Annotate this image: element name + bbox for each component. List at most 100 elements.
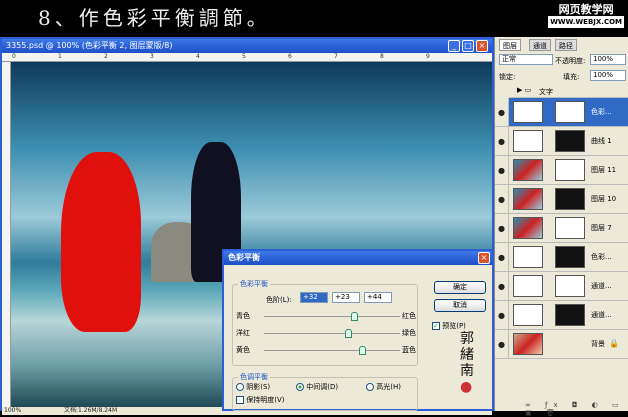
color-slider-track[interactable] bbox=[264, 316, 400, 317]
fill-input[interactable]: 100% bbox=[590, 70, 626, 81]
slider-thumb[interactable] bbox=[350, 312, 358, 321]
slider-left-label: 黄色 bbox=[236, 346, 250, 354]
preserve-luminosity-checkbox[interactable]: 保持明度(V) bbox=[236, 395, 285, 405]
layer-row[interactable]: 色彩... bbox=[509, 98, 628, 127]
levels-label: 色阶(L): bbox=[266, 296, 292, 304]
layer-row[interactable]: 图层 10 bbox=[509, 185, 628, 214]
dialog-titlebar: 色彩平衡 bbox=[224, 251, 492, 265]
layer-name: 曲线 1 bbox=[591, 137, 612, 145]
visibility-eye-icon[interactable]: ● bbox=[495, 243, 509, 272]
layer-name: 色彩... bbox=[591, 253, 612, 261]
ruler-tick: 1 bbox=[58, 53, 62, 60]
layer-name: 图层 11 bbox=[591, 166, 617, 174]
layer-thumbnail bbox=[513, 304, 543, 326]
layer-row[interactable]: 图层 7 bbox=[509, 214, 628, 243]
layer-thumbnail bbox=[513, 275, 543, 297]
layer-toolbar-icons[interactable]: ∞ ƒx ◘ ◐ ▭ ▣ 🗑 bbox=[525, 401, 628, 417]
level-input-1[interactable]: +32 bbox=[300, 292, 328, 303]
cancel-button[interactable]: 取消 bbox=[434, 299, 486, 312]
group-name: 文字 bbox=[539, 88, 553, 96]
layer-row[interactable]: 通道... bbox=[509, 301, 628, 330]
visibility-eye-icon[interactable]: ● bbox=[495, 214, 509, 243]
ruler-tick: 7 bbox=[334, 53, 338, 60]
group-label: 色调平衡 bbox=[238, 372, 270, 382]
slider-thumb[interactable] bbox=[344, 329, 352, 338]
layer-thumbnail bbox=[513, 217, 543, 239]
layer-mask-thumbnail[interactable] bbox=[555, 159, 585, 181]
layer-row[interactable]: 图层 11 bbox=[509, 156, 628, 185]
red-dress-figure bbox=[61, 152, 141, 332]
ruler-tick: 3 bbox=[150, 53, 154, 60]
slider-thumb[interactable] bbox=[358, 346, 366, 355]
radio-highlights[interactable]: 高光(H) bbox=[366, 382, 401, 392]
layer-thumbnail bbox=[513, 101, 543, 123]
layer-name: 通道... bbox=[591, 282, 612, 290]
dialog-close-button[interactable]: × bbox=[478, 252, 490, 264]
opacity-label: 不透明度: bbox=[555, 57, 586, 65]
folder-icon: ▶ ▭ bbox=[517, 86, 532, 94]
radio-shadows[interactable]: 阴影(S) bbox=[236, 382, 270, 392]
level-input-3[interactable]: +44 bbox=[364, 292, 392, 303]
blend-mode-select[interactable]: 正常 bbox=[499, 54, 553, 65]
slider-left-label: 青色 bbox=[236, 312, 250, 320]
layer-mask-thumbnail[interactable] bbox=[555, 217, 585, 239]
group-label: 色彩平衡 bbox=[238, 279, 270, 289]
slider-right-label: 红色 bbox=[402, 312, 416, 320]
layer-name: 通道... bbox=[591, 311, 612, 319]
ruler-tick: 6 bbox=[288, 53, 292, 60]
radio-midtones[interactable]: 中间调(D) bbox=[296, 382, 338, 392]
horizontal-ruler: 0 1 2 3 4 5 6 7 8 9 bbox=[2, 53, 492, 62]
layer-row[interactable]: 曲线 1 bbox=[509, 127, 628, 156]
layer-mask-thumbnail[interactable] bbox=[555, 246, 585, 268]
opacity-input[interactable]: 100% bbox=[590, 54, 626, 65]
visibility-eye-icon[interactable]: ● bbox=[495, 98, 509, 127]
close-button[interactable]: × bbox=[476, 40, 488, 52]
layer-thumbnail bbox=[513, 188, 543, 210]
vertical-ruler bbox=[2, 62, 11, 408]
color-slider-track[interactable] bbox=[264, 333, 400, 334]
tab-paths[interactable]: 路径 bbox=[555, 39, 577, 51]
zoom-level[interactable]: 100% bbox=[4, 407, 21, 415]
layer-mask-thumbnail[interactable] bbox=[555, 101, 585, 123]
ruler-tick: 8 bbox=[380, 53, 384, 60]
logo-sub: WWW.WEBJX.COM bbox=[548, 16, 624, 28]
visibility-eye-icon[interactable]: ● bbox=[495, 127, 509, 156]
doc-info: 文档:1.26M/8.24M bbox=[64, 407, 118, 414]
visibility-eye-icon[interactable]: ● bbox=[495, 272, 509, 301]
visibility-eye-icon[interactable]: ● bbox=[495, 156, 509, 185]
maximize-button[interactable]: □ bbox=[462, 40, 474, 52]
fill-label: 填充: bbox=[563, 73, 580, 81]
color-slider-track[interactable] bbox=[264, 350, 400, 351]
tab-channels[interactable]: 通道 bbox=[529, 39, 551, 51]
layer-thumbnail bbox=[513, 333, 543, 355]
ruler-tick: 2 bbox=[104, 53, 108, 60]
lock-label: 锁定: bbox=[499, 73, 516, 81]
preview-checkbox[interactable]: ✓ 预览(P) bbox=[432, 321, 466, 331]
ruler-tick: 5 bbox=[242, 53, 246, 60]
layer-row[interactable]: 通道... bbox=[509, 272, 628, 301]
visibility-eye-icon[interactable]: ● bbox=[495, 185, 509, 214]
lock-icon: 🔒 bbox=[609, 339, 619, 348]
visibility-eye-icon[interactable]: ● bbox=[495, 330, 509, 359]
layer-name: 色彩... bbox=[591, 108, 612, 116]
layer-mask-thumbnail[interactable] bbox=[555, 130, 585, 152]
layer-group-text[interactable]: ▶ ▭ 文字 bbox=[509, 84, 628, 98]
ruler-tick: 9 bbox=[426, 53, 430, 60]
document-titlebar: 3355.psd @ 100% (色彩平衡 2, 图层蒙版/8) bbox=[2, 39, 492, 53]
slider-right-label: 蓝色 bbox=[402, 346, 416, 354]
visibility-eye-icon[interactable]: ● bbox=[495, 301, 509, 330]
layer-thumbnail bbox=[513, 159, 543, 181]
layers-panel: 图层 通道 路径 正常 不透明度: 100% 锁定: 填充: 100% ▶ ▭ 文… bbox=[494, 37, 628, 417]
level-input-2[interactable]: +23 bbox=[332, 292, 360, 303]
layer-row[interactable]: 🔒 背景 bbox=[509, 330, 628, 359]
layer-row[interactable]: 色彩... bbox=[509, 243, 628, 272]
ok-button[interactable]: 确定 bbox=[434, 281, 486, 294]
layer-thumbnail bbox=[513, 130, 543, 152]
minimize-button[interactable]: _ bbox=[448, 40, 460, 52]
layer-mask-thumbnail[interactable] bbox=[555, 304, 585, 326]
ruler-tick: 0 bbox=[12, 53, 16, 60]
layer-mask-thumbnail[interactable] bbox=[555, 188, 585, 210]
layer-mask-thumbnail[interactable] bbox=[555, 275, 585, 297]
ruler-tick: 4 bbox=[196, 53, 200, 60]
tab-layers[interactable]: 图层 bbox=[499, 39, 521, 51]
